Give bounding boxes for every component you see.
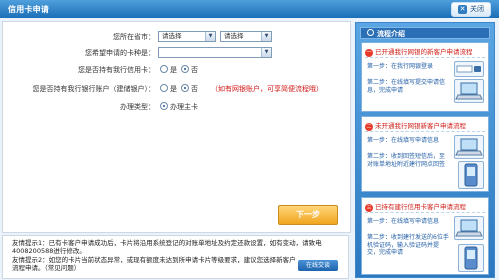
- step-2: 第二步：收到回签短信后，至对账单地址附近建行网点回签: [367, 153, 449, 168]
- step-label: 第二步：: [367, 79, 392, 86]
- step-2: 第二步：收到建行发送的6位手机验证码，输入验证码并提交，完成申请: [367, 234, 449, 257]
- chevron-down-icon: ▼: [205, 32, 215, 41]
- has-account-no-radio[interactable]: [181, 84, 189, 92]
- panel-number: 一: [365, 49, 373, 57]
- process-sidebar: 流程介绍 一已开通我行网银的新客户申请流程 第一步：在我行网银登录 第二步：在线…: [355, 22, 495, 278]
- sidebar-header: 流程介绍: [360, 27, 490, 39]
- has-card-yes-label: 是: [170, 66, 177, 74]
- step-1: 第一步：在我行网银登录: [367, 63, 449, 71]
- close-label: 关闭: [470, 5, 484, 13]
- chevron-down-icon: ▼: [261, 48, 271, 57]
- divider: [365, 57, 485, 58]
- card-type-label: 您希望申请的卡种是：: [85, 49, 155, 57]
- divider: [365, 131, 485, 132]
- has-card-no-label: 否: [191, 66, 198, 74]
- tips-box: 友情提示1：已有卡客户申请成功后，卡片将沿用系统登记的对账单地址及约定还款设置，…: [2, 235, 349, 279]
- process-panel-3: 三已持有建行信用卡客户申请流程 第一步：在线填写申请信息 第二步：收到建行发送的…: [361, 197, 489, 275]
- has-card-no-radio[interactable]: [181, 65, 189, 73]
- panel-title: 二未开通我行网银新客户申请流程: [365, 120, 466, 131]
- panel-number: 二: [365, 123, 373, 131]
- next-step-button[interactable]: 下一步: [278, 205, 338, 225]
- primary-card-radio[interactable]: [160, 102, 168, 110]
- online-chat-button[interactable]: 在线交谈: [298, 260, 338, 271]
- has-card-yes-radio[interactable]: [160, 65, 168, 73]
- dialog-window: 信用卡申请 ✕ 关闭 您所在省市： 请选择 ▼ 请选择 ▼ 您希望申请的卡种是： …: [0, 0, 499, 280]
- chevron-down-icon: ▼: [261, 32, 271, 41]
- panel-title-text: 已持有建行信用卡客户申请流程: [375, 203, 466, 211]
- city-select[interactable]: 请选择 ▼: [220, 31, 272, 42]
- has-card-label: 您是否持有我行信用卡：: [78, 66, 155, 74]
- province-select[interactable]: 请选择 ▼: [158, 31, 216, 42]
- step-2: 第二步：在线填写提交申请信息，完成申请: [367, 79, 449, 94]
- has-account-yes-radio[interactable]: [160, 84, 168, 92]
- close-button[interactable]: ✕ 关闭: [451, 2, 491, 17]
- step-label: 第二步：: [367, 153, 392, 160]
- card-type-select[interactable]: ▼: [158, 47, 272, 58]
- has-account-label: 您是否持有我行银行账户（建储银户）：: [32, 85, 156, 93]
- laptop-icon: [454, 79, 484, 103]
- region-row: 您所在省市： 请选择 ▼ 请选择 ▼: [3, 31, 348, 43]
- divider: [365, 212, 485, 213]
- bullet-icon: [367, 29, 374, 36]
- online-banking-note: （如有网银账户，可享简便流程哦）: [211, 85, 323, 93]
- panel-number: 三: [365, 204, 373, 212]
- has-account-no-label: 否: [191, 85, 198, 93]
- sidebar-title: 流程介绍: [377, 30, 405, 38]
- tip-1: 友情提示1：已有卡客户申请成功后，卡片将沿用系统登记的对账单地址及约定还款设置，…: [12, 239, 322, 255]
- step-1: 第一步：在线填写申请信息: [367, 218, 449, 226]
- mobile-phone-icon: [458, 161, 484, 189]
- login-field-icon: [454, 61, 484, 77]
- step-text: 在我行网银登录: [391, 63, 434, 70]
- tip-2: 友情提示2：如您的卡片当前状态异常，或现有额度未达到所申请卡片等级要求，建议您选…: [12, 256, 296, 272]
- mobile-phone-icon: [458, 244, 484, 272]
- panel-title-text: 未开通我行网银新客户申请流程: [375, 122, 466, 130]
- step-1: 第一步：在线填写申请信息: [367, 137, 449, 145]
- step-label: 第一步：: [367, 218, 392, 225]
- apply-type-row: 办理类型： 办理主卡: [3, 101, 348, 113]
- panel-title: 三已持有建行信用卡客户申请流程: [365, 201, 466, 212]
- application-form: 您所在省市： 请选择 ▼ 请选择 ▼ 您希望申请的卡种是： ▼ 您是否持有我行信…: [2, 21, 351, 233]
- laptop-icon: [454, 135, 484, 159]
- step-text: 在线填写申请信息: [391, 218, 440, 225]
- process-panel-2: 二未开通我行网银新客户申请流程 第一步：在线填写申请信息 第二步：收到回签短信后…: [361, 116, 489, 192]
- province-value: 请选择: [162, 32, 182, 40]
- step-label: 第一步：: [367, 63, 392, 70]
- has-account-row: 您是否持有我行银行账户（建储银户）： 是 否 （如有网银账户，可享简便流程哦）: [3, 83, 348, 95]
- panel-title-text: 已开通我行网银的新客户申请流程: [375, 48, 473, 56]
- title-bar: 信用卡申请 ✕ 关闭: [0, 0, 499, 18]
- close-icon: ✕: [458, 5, 467, 14]
- region-label: 您所在省市：: [113, 33, 155, 41]
- laptop-icon: [454, 216, 484, 240]
- step-text: 在线填写申请信息: [391, 137, 440, 144]
- step-label: 第二步：: [367, 234, 392, 241]
- process-panel-1: 一已开通我行网银的新客户申请流程 第一步：在我行网银登录 第二步：在线填写提交申…: [361, 42, 489, 112]
- has-account-yes-label: 是: [170, 85, 177, 93]
- step-label: 第一步：: [367, 137, 392, 144]
- has-card-row: 您是否持有我行信用卡： 是 否: [3, 64, 348, 76]
- window-title: 信用卡申请: [8, 5, 49, 14]
- card-type-row: 您希望申请的卡种是： ▼: [3, 47, 348, 59]
- primary-card-label: 办理主卡: [170, 103, 198, 111]
- panel-title: 一已开通我行网银的新客户申请流程: [365, 46, 473, 57]
- city-value: 请选择: [224, 32, 244, 40]
- apply-type-label: 办理类型：: [120, 103, 155, 111]
